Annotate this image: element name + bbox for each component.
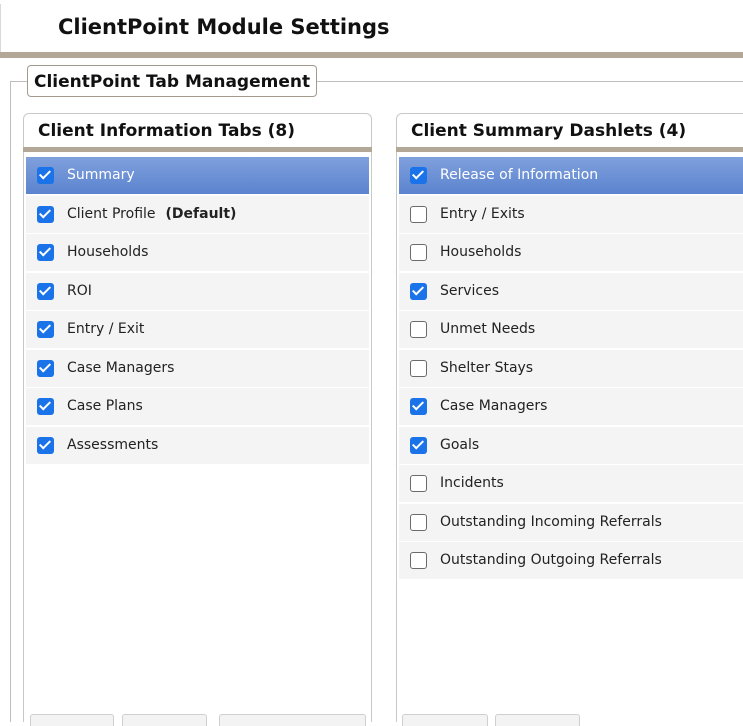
dashlet-item-label: Entry / Exits xyxy=(440,206,525,222)
dashlet-item-label: Services xyxy=(440,283,499,299)
item-name: Incidents xyxy=(440,475,504,491)
footer-button[interactable] xyxy=(30,714,114,726)
checkbox-checked[interactable] xyxy=(37,436,54,454)
checkbox-checked[interactable] xyxy=(37,244,54,261)
checkbox-unchecked[interactable] xyxy=(410,513,427,531)
default-tag: (Default) xyxy=(165,205,237,222)
item-name: Households xyxy=(440,244,522,260)
item-name: Unmet Needs xyxy=(440,321,536,337)
page-header: ClientPoint Module Settings xyxy=(0,0,743,58)
dashlet-item-label: Case Managers xyxy=(440,398,547,414)
panel-header: Client Information Tabs (8) xyxy=(23,113,372,152)
dashlet-item-label: Incidents xyxy=(440,475,504,491)
checkbox-checked[interactable] xyxy=(37,321,54,338)
checkbox-unchecked[interactable] xyxy=(410,321,427,338)
tab-item-label: Case Managers xyxy=(67,360,174,376)
item-name: Shelter Stays xyxy=(440,359,534,376)
tab-item-row[interactable]: Summary xyxy=(26,157,369,194)
dashlet-item-row[interactable]: Services xyxy=(399,272,743,310)
tab-item-label: Client Profile (Default) xyxy=(67,206,236,222)
dashlet-item-row[interactable]: Outstanding Incoming Referrals xyxy=(399,503,743,541)
item-name: Entry / Exits xyxy=(440,205,525,222)
tab-item-row[interactable]: Entry / Exit xyxy=(26,311,369,348)
checkbox-checked[interactable] xyxy=(37,205,54,223)
tab-item-row[interactable]: Client Profile (Default) xyxy=(26,195,369,233)
item-name: Goals xyxy=(440,436,480,453)
checkbox-checked[interactable] xyxy=(410,436,427,454)
panel-title: Client Summary Dashlets (4) xyxy=(411,121,687,141)
item-name: Case Managers xyxy=(67,359,175,376)
tab-item-label: Households xyxy=(67,244,148,260)
item-name: Case Managers xyxy=(440,398,548,414)
item-name: Release of Information xyxy=(440,167,599,183)
item-name: Entry / Exit xyxy=(67,321,145,337)
tab-item-label: ROI xyxy=(67,283,92,299)
item-name: Case Plans xyxy=(67,398,143,414)
checkbox-checked[interactable] xyxy=(37,167,54,184)
dashlet-item-row[interactable]: Release of Information xyxy=(399,157,743,194)
dashlet-item-row[interactable]: Shelter Stays xyxy=(399,349,743,387)
dashlet-item-row[interactable]: Incidents xyxy=(399,465,743,502)
item-name: Outstanding Incoming Referrals xyxy=(440,513,662,530)
panel-header: Client Summary Dashlets (4) xyxy=(396,113,743,152)
item-name: Assessments xyxy=(67,436,159,453)
dashlet-item-label: Households xyxy=(440,244,521,260)
checkbox-checked[interactable] xyxy=(37,282,54,300)
checkbox-unchecked[interactable] xyxy=(410,475,427,492)
dashlet-item-label: Goals xyxy=(440,437,479,453)
footer-button[interactable] xyxy=(219,714,366,726)
dashlet-item-row[interactable]: Unmet Needs xyxy=(399,311,743,348)
dashlet-item-label: Shelter Stays xyxy=(440,360,533,376)
footer-button[interactable] xyxy=(402,714,488,726)
dashlet-item-row[interactable]: Outstanding Outgoing Referrals xyxy=(399,542,743,579)
dashlet-item-row[interactable]: Households xyxy=(399,234,743,271)
page-title: ClientPoint Module Settings xyxy=(58,15,390,39)
tab-management-legend: ClientPoint Tab Management xyxy=(27,65,318,97)
tab-item-label: Entry / Exit xyxy=(67,321,144,337)
tab-item-row[interactable]: Case Managers xyxy=(26,349,369,387)
checkbox-checked[interactable] xyxy=(410,167,427,184)
dashlet-item-label: Unmet Needs xyxy=(440,321,535,337)
dashlet-item-row[interactable]: Case Managers xyxy=(399,388,743,425)
dashlet-item-label: Outstanding Incoming Referrals xyxy=(440,514,662,530)
dashlet-item-row[interactable]: Entry / Exits xyxy=(399,195,743,233)
checkbox-checked[interactable] xyxy=(410,282,427,300)
tab-item-row[interactable]: Case Plans xyxy=(26,388,369,425)
client-information-tabs-panel: Client Information Tabs (8) Summary Clien… xyxy=(23,113,372,722)
dashlet-item-label: Release of Information xyxy=(440,167,598,183)
checkbox-unchecked[interactable] xyxy=(410,359,427,377)
client-summary-dashlets-panel: Client Summary Dashlets (4) Release of I… xyxy=(396,113,743,722)
footer-button[interactable] xyxy=(122,714,207,726)
tab-item-row[interactable]: ROI xyxy=(26,272,369,310)
checkbox-checked[interactable] xyxy=(410,398,427,415)
tab-item-row[interactable]: Assessments xyxy=(26,426,369,464)
tab-item-label: Assessments xyxy=(67,437,158,453)
item-name: Client Profile xyxy=(67,205,156,222)
checkbox-unchecked[interactable] xyxy=(410,205,427,223)
item-name: Summary xyxy=(67,167,135,183)
checkbox-checked[interactable] xyxy=(37,359,54,377)
tab-item-row[interactable]: Households xyxy=(26,234,369,271)
client-information-tabs-list: Summary Client Profile (Default) Households… xyxy=(26,157,369,465)
item-name: Households xyxy=(67,244,149,260)
checkbox-unchecked[interactable] xyxy=(410,552,427,569)
dashlet-item-row[interactable]: Goals xyxy=(399,426,743,464)
tab-item-label: Summary xyxy=(67,167,135,183)
item-name: Outstanding Outgoing Referrals xyxy=(440,552,662,568)
client-summary-dashlets-list: Release of Information Entry / Exits House… xyxy=(399,157,743,581)
dashlet-item-label: Outstanding Outgoing Referrals xyxy=(440,552,662,568)
checkbox-checked[interactable] xyxy=(37,398,54,415)
item-name: ROI xyxy=(67,282,92,299)
footer-button[interactable] xyxy=(495,714,580,726)
panel-title: Client Information Tabs (8) xyxy=(38,121,295,141)
tab-item-label: Case Plans xyxy=(67,398,143,414)
checkbox-unchecked[interactable] xyxy=(410,244,427,261)
item-name: Services xyxy=(440,282,500,299)
